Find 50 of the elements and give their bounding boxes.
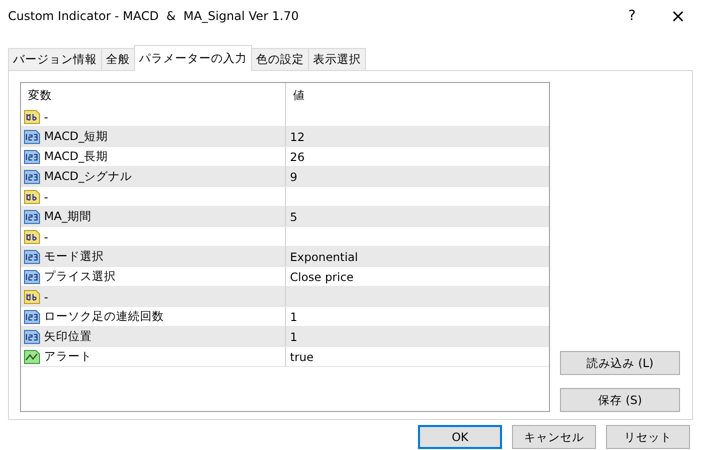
number-type-icon xyxy=(24,170,40,184)
parameter-name: プライス選択 xyxy=(44,269,116,284)
number-type-icon xyxy=(24,130,40,144)
parameter-value[interactable]: true xyxy=(290,350,314,364)
parameter-name: - xyxy=(44,110,48,124)
parameter-name: - xyxy=(44,230,48,244)
tab[interactable]: 全般 xyxy=(101,48,135,70)
parameter-name: MACD_シグナル xyxy=(44,169,132,184)
parameter-name: 矢印位置 xyxy=(44,329,92,344)
number-type-icon xyxy=(24,150,40,164)
tab[interactable]: パラメーターの入力 xyxy=(134,45,252,71)
tab[interactable]: 色の設定 xyxy=(251,48,309,70)
parameter-name: MACD_短期 xyxy=(44,129,108,144)
dialog-button[interactable]: リセット xyxy=(606,425,690,449)
dialog-button[interactable]: キャンセル xyxy=(512,425,596,449)
parameter-name: アラート xyxy=(44,349,92,364)
parameter-value[interactable]: 12 xyxy=(290,130,305,144)
tab[interactable]: バージョン情報 xyxy=(8,48,102,70)
number-type-icon xyxy=(24,310,40,324)
parameter-value[interactable]: Close price xyxy=(290,270,354,284)
number-type-icon xyxy=(24,270,40,284)
parameter-value[interactable]: Exponential xyxy=(290,250,358,264)
parameter-name: モード選択 xyxy=(44,249,104,264)
parameter-name: - xyxy=(44,190,48,204)
parameter-name: MA_期間 xyxy=(44,209,92,224)
parameter-value[interactable]: 1 xyxy=(290,330,298,344)
parameter-value[interactable]: 1 xyxy=(290,310,298,324)
parameter-name: MACD_長期 xyxy=(44,149,108,164)
panel-button[interactable]: 保存 (S) xyxy=(560,388,680,412)
column-header: 変数 xyxy=(21,83,286,107)
panel-button[interactable]: 読み込み (L) xyxy=(560,351,680,375)
number-type-icon xyxy=(24,250,40,264)
column-header: 値 xyxy=(292,86,306,104)
text-type-icon xyxy=(24,190,40,204)
text-type-icon xyxy=(24,110,40,124)
number-type-icon xyxy=(24,330,40,344)
toggle-type-icon xyxy=(24,350,40,364)
help-button[interactable]: ? xyxy=(609,0,655,32)
parameter-name: - xyxy=(44,290,48,304)
parameter-name: ローソク足の連続回数 xyxy=(44,309,164,324)
parameter-value[interactable]: 26 xyxy=(290,150,305,164)
close-button[interactable]: × xyxy=(655,0,701,32)
window-title: Custom Indicator - MACD & MA_Signal Ver 1.70 xyxy=(8,9,300,23)
parameter-value[interactable]: 9 xyxy=(290,170,298,184)
text-type-icon xyxy=(24,290,40,304)
parameter-value[interactable]: 5 xyxy=(290,210,298,224)
dialog-button[interactable]: OK xyxy=(418,425,502,449)
text-type-icon xyxy=(24,230,40,244)
number-type-icon xyxy=(24,210,40,224)
tab[interactable]: 表示選択 xyxy=(308,48,366,70)
